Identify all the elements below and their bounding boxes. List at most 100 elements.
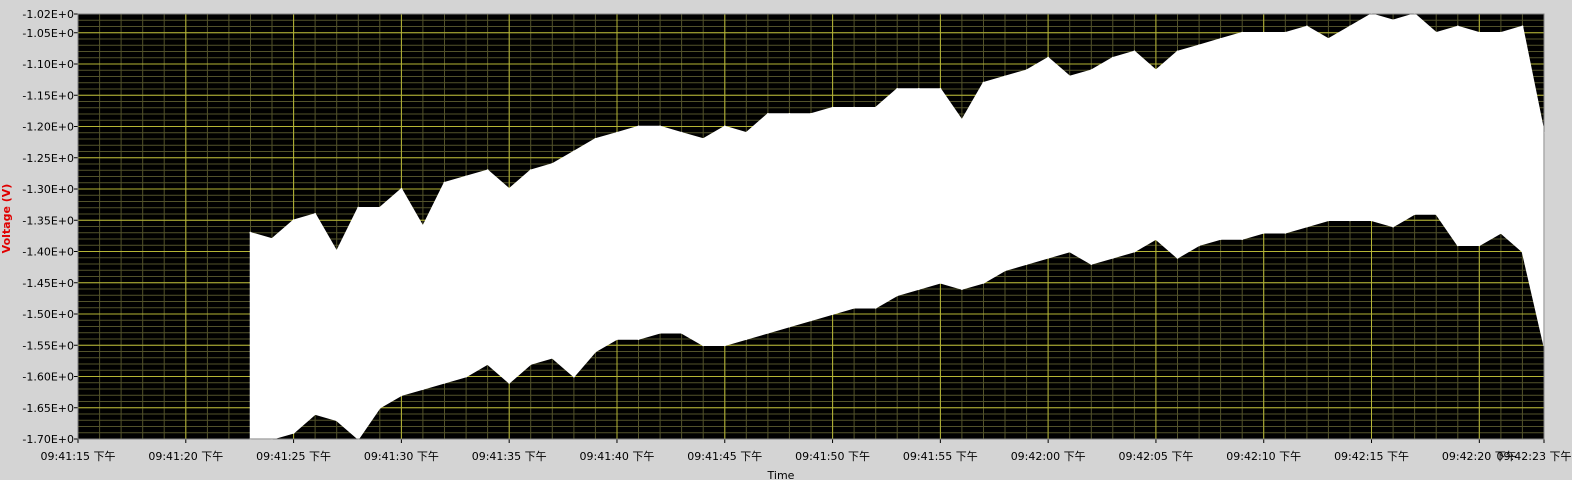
data-point-upper bbox=[1327, 38, 1330, 40]
x-tick-label: 09:41:50 下午 bbox=[795, 450, 870, 463]
data-point-lower bbox=[1198, 244, 1201, 247]
data-point-upper bbox=[788, 113, 791, 115]
data-point-upper bbox=[1349, 25, 1351, 28]
data-point-upper bbox=[465, 175, 468, 178]
x-tick-label: 09:41:20 下午 bbox=[148, 450, 223, 463]
data-point-lower bbox=[421, 388, 424, 390]
data-point-upper bbox=[939, 88, 942, 90]
data-point-lower bbox=[680, 331, 683, 334]
data-point-lower bbox=[1413, 213, 1416, 215]
data-point-upper bbox=[1154, 69, 1157, 72]
data-point-lower bbox=[1176, 256, 1179, 259]
data-point-upper bbox=[1241, 31, 1244, 34]
data-point-lower bbox=[982, 281, 985, 284]
data-point-upper bbox=[982, 81, 985, 84]
data-point-lower bbox=[960, 288, 963, 290]
data-point-upper bbox=[1478, 31, 1481, 34]
data-point-lower bbox=[508, 381, 511, 384]
data-point-lower bbox=[1133, 250, 1136, 253]
data-point-lower bbox=[1349, 219, 1351, 222]
y-tick-label: -1.10E+0 bbox=[22, 58, 74, 71]
data-point-lower bbox=[766, 331, 769, 334]
x-axis-title: Time bbox=[767, 469, 795, 480]
data-point-upper bbox=[1133, 50, 1136, 53]
data-point-upper bbox=[1004, 75, 1006, 78]
x-tick-label: 09:41:35 下午 bbox=[472, 450, 547, 463]
data-point-upper bbox=[1111, 56, 1114, 59]
data-point-upper bbox=[378, 206, 381, 209]
data-point-upper bbox=[1456, 25, 1459, 28]
data-point-lower bbox=[745, 338, 748, 340]
data-point-lower bbox=[572, 375, 575, 378]
data-point-upper bbox=[335, 250, 338, 253]
y-tick-label: -1.65E+0 bbox=[22, 402, 74, 415]
data-point-lower bbox=[443, 381, 446, 384]
y-axis-title: Voltage (V) bbox=[0, 184, 13, 254]
y-tick-label: -1.05E+0 bbox=[22, 27, 74, 40]
data-point-lower bbox=[1154, 238, 1157, 240]
data-point-upper bbox=[443, 181, 446, 184]
data-point-upper bbox=[896, 88, 899, 90]
data-point-upper bbox=[314, 213, 317, 215]
data-point-upper bbox=[1219, 38, 1222, 40]
data-point-upper bbox=[831, 106, 834, 109]
data-point-lower bbox=[1219, 238, 1222, 240]
data-point-upper bbox=[529, 169, 532, 172]
y-tick-label: -1.40E+0 bbox=[22, 246, 74, 259]
data-point-upper bbox=[1521, 25, 1524, 28]
x-tick-label: 09:41:45 下午 bbox=[687, 450, 762, 463]
data-point-lower bbox=[1025, 263, 1028, 265]
x-tick-label: 09:41:40 下午 bbox=[580, 450, 655, 463]
x-tick-label: 09:42:15 下午 bbox=[1334, 450, 1409, 463]
data-point-upper bbox=[1435, 31, 1438, 34]
y-tick-label: -1.02E+0 bbox=[22, 8, 74, 21]
x-tick-label: 09:42:23 下午 bbox=[1497, 450, 1572, 463]
data-point-lower bbox=[939, 281, 942, 284]
data-point-upper bbox=[1176, 50, 1179, 53]
data-point-lower bbox=[702, 344, 705, 347]
data-point-upper bbox=[702, 138, 705, 140]
x-tick-label: 09:42:00 下午 bbox=[1011, 450, 1086, 463]
data-point-lower bbox=[788, 325, 791, 328]
data-point-lower bbox=[917, 288, 920, 290]
data-point-upper bbox=[594, 138, 597, 140]
data-point-upper bbox=[874, 106, 877, 109]
data-point-upper bbox=[271, 238, 273, 240]
data-point-lower bbox=[1370, 219, 1373, 222]
y-tick-label: -1.60E+0 bbox=[22, 371, 74, 384]
data-point-upper bbox=[616, 131, 618, 134]
data-point-upper bbox=[1392, 19, 1395, 22]
data-point-lower bbox=[1004, 269, 1006, 272]
y-tick-label: -1.30E+0 bbox=[22, 183, 74, 196]
y-tick-label: -1.55E+0 bbox=[22, 339, 74, 352]
data-point-lower bbox=[1392, 225, 1395, 228]
data-point-upper bbox=[357, 206, 360, 209]
data-point-lower bbox=[486, 363, 489, 365]
data-point-lower bbox=[1305, 225, 1308, 228]
data-point-lower bbox=[1499, 231, 1502, 234]
data-point-lower bbox=[896, 294, 899, 297]
x-tick-label: 09:41:15 下午 bbox=[41, 450, 116, 463]
data-point-upper bbox=[572, 150, 575, 153]
data-point-lower bbox=[1068, 250, 1071, 253]
data-point-lower bbox=[723, 344, 726, 347]
data-point-lower bbox=[637, 338, 640, 340]
data-point-upper bbox=[1305, 25, 1308, 28]
y-tick-label: -1.20E+0 bbox=[22, 121, 74, 134]
data-point-upper bbox=[292, 219, 295, 222]
data-point-upper bbox=[1068, 75, 1071, 78]
y-tick-label: -1.70E+0 bbox=[22, 433, 74, 446]
data-point-upper bbox=[659, 125, 662, 128]
data-point-lower bbox=[335, 419, 338, 422]
y-tick-label: -1.35E+0 bbox=[22, 214, 74, 227]
data-point-lower bbox=[1521, 250, 1524, 253]
data-point-upper bbox=[1047, 56, 1050, 59]
y-tick-label: -1.45E+0 bbox=[22, 277, 74, 290]
data-point-upper bbox=[680, 131, 683, 134]
chart-svg: -1.02E+0 -1.05E+0 -1.10E+0 -1.15E+0 -1.20E+0… bbox=[0, 0, 1572, 480]
data-point-upper bbox=[1198, 44, 1201, 47]
data-point-upper bbox=[400, 188, 403, 190]
data-point-lower bbox=[1284, 231, 1287, 234]
data-point-lower bbox=[594, 350, 597, 353]
data-point-upper bbox=[1025, 69, 1028, 72]
